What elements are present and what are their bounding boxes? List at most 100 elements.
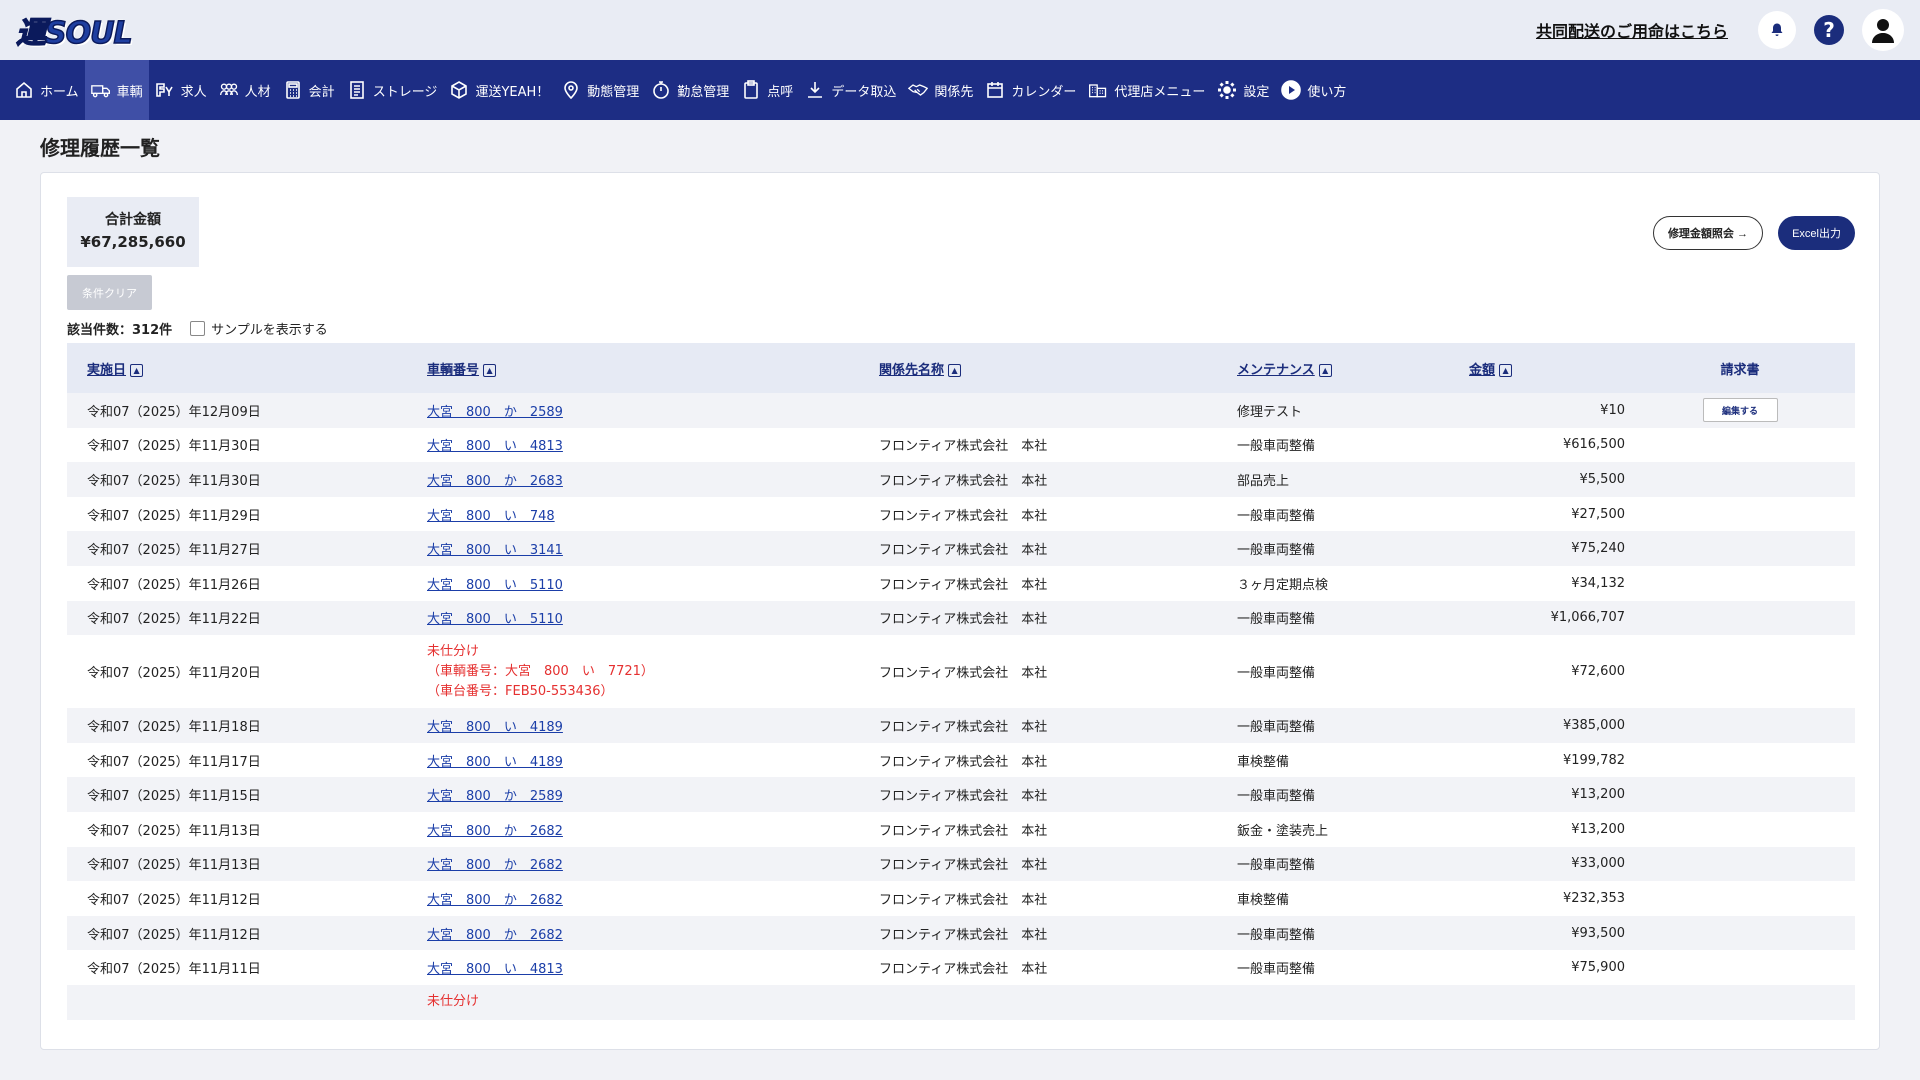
cell-vehicle: 大宮 800 か 2682 <box>427 916 879 951</box>
nav-item-0[interactable]: ホーム <box>8 60 85 120</box>
user-avatar-icon[interactable] <box>1862 9 1904 51</box>
nav-item-5[interactable]: ストレージ <box>341 60 444 120</box>
document-icon <box>347 80 367 100</box>
header-date[interactable]: 実施日 ▲ <box>67 343 427 393</box>
vehicle-link[interactable]: 大宮 800 い 4189 <box>427 720 563 735</box>
table-row[interactable]: 令和07（2025）年11月12日 大宮 800 か 2682 フロンティア株式会社… <box>67 915 1855 951</box>
total-amount-value: ¥67,285,660 <box>80 233 186 251</box>
nav-item-10[interactable]: データ取込 <box>799 60 902 120</box>
table-row[interactable]: 令和07（2025）年11月30日 大宮 800 か 2683 フロンティア株式会社… <box>67 462 1855 497</box>
vehicle-link[interactable]: 大宮 800 か 2682 <box>427 824 563 839</box>
nav-item-label: 動態管理 <box>587 84 640 100</box>
clear-conditions-button[interactable]: 条件クリア <box>67 275 152 310</box>
table-row[interactable]: 令和07（2025）年11月27日 大宮 800 い 3141 フロンティア株式会社… <box>67 531 1855 566</box>
cell-vehicle: 大宮 800 い 748 <box>427 497 879 532</box>
table-row[interactable]: 令和07（2025）年11月12日 大宮 800 か 2682 フロンティア株式会社… <box>67 881 1855 916</box>
table-row[interactable]: 令和07（2025）年11月26日 大宮 800 い 5110 フロンティア株式会社… <box>67 566 1855 601</box>
nav-item-7[interactable]: 動態管理 <box>555 60 645 120</box>
cell-invoice <box>1625 635 1855 708</box>
nav-item-6[interactable]: 運送YEAH！ <box>443 60 555 120</box>
table-row[interactable]: 令和07（2025）年11月15日 大宮 800 か 2589 フロンティア株式会社… <box>67 777 1855 812</box>
table-row[interactable]: 令和07（2025）年11月22日 大宮 800 い 5110 フロンティア株式会社… <box>67 600 1855 636</box>
help-icon[interactable]: ? <box>1814 15 1844 45</box>
table-row[interactable]: 令和07（2025）年11月30日 大宮 800 い 4813 フロンティア株式会社… <box>67 428 1855 463</box>
cell-amount: ¥385,000 <box>1562 717 1625 733</box>
cell-partner: フロンティア株式会社 本社 <box>879 439 1048 455</box>
header-partner[interactable]: 関係先名称 ▲ <box>879 343 1237 393</box>
header-vehicle[interactable]: 車輌番号 ▲ <box>427 343 879 393</box>
header-maintenance[interactable]: メンテナンス ▲ <box>1237 343 1469 393</box>
sort-icon[interactable]: ▲ <box>1318 363 1332 377</box>
excel-export-button[interactable]: Excel出力 <box>1778 216 1855 250</box>
repair-history-table: 実施日 ▲ 車輌番号 ▲ 関係先名称 ▲ メンテナンス ▲ 金額 ▲ 請求書 令和07（2… <box>67 343 1855 1020</box>
vehicle-link[interactable]: 大宮 800 か 2682 <box>427 928 563 943</box>
nav-item-4[interactable]: 会計 <box>277 60 341 120</box>
table-row[interactable]: 令和07（2025）年12月09日 大宮 800 か 2589 修理テスト ¥10 編集… <box>67 393 1855 428</box>
edit-invoice-button[interactable]: 編集する <box>1702 398 1778 423</box>
cell-maintenance: 一般車両整備 <box>1237 789 1316 805</box>
bell-icon[interactable] <box>1758 11 1796 49</box>
cell-maintenance: ３ヶ月定期点検 <box>1237 577 1329 593</box>
table-row[interactable]: 未仕分け <box>67 984 1855 1020</box>
vehicle-link[interactable]: 大宮 800 い 5110 <box>427 612 563 627</box>
timer-icon <box>651 80 671 100</box>
cell-date: 令和07（2025）年11月13日 <box>87 858 261 874</box>
cell-amount <box>1469 985 1625 1020</box>
nav-item-2[interactable]: 求人 <box>149 60 213 120</box>
unassigned-text: （車台番号：FEB50-553436） <box>427 683 614 699</box>
nav-item-13[interactable]: 代理店メニュー <box>1082 60 1211 120</box>
nav-item-12[interactable]: カレンダー <box>979 60 1082 120</box>
vehicle-link[interactable]: 大宮 800 い 4189 <box>427 755 563 770</box>
unassigned-text: （車輌番号：大宮 800 い 7721） <box>427 663 654 679</box>
sort-icon[interactable]: ▲ <box>483 363 497 377</box>
nav-item-8[interactable]: 勤怠管理 <box>645 60 735 120</box>
nav-item-14[interactable]: 設定 <box>1211 60 1275 120</box>
sort-icon[interactable]: ▲ <box>1499 363 1513 377</box>
cell-invoice <box>1625 950 1855 985</box>
vehicle-link[interactable]: 大宮 800 い 5110 <box>427 578 563 593</box>
sort-icon[interactable]: ▲ <box>130 363 144 377</box>
show-sample-checkbox[interactable] <box>190 321 206 336</box>
cell-vehicle: 大宮 800 か 2682 <box>427 881 879 916</box>
cell-maintenance: 一般車両整備 <box>1237 962 1316 978</box>
cell-vehicle: 大宮 800 か 2682 <box>427 847 879 882</box>
table-row[interactable]: 令和07（2025）年11月20日 未仕分け （車輌番号：大宮 800 い 7721… <box>67 635 1855 708</box>
table-row[interactable]: 令和07（2025）年11月13日 大宮 800 か 2682 フロンティア株式会社… <box>67 812 1855 847</box>
table-row[interactable]: 令和07（2025）年11月18日 大宮 800 い 4189 フロンティア株式会社… <box>67 708 1855 743</box>
logo[interactable]: 運SOUL <box>15 4 133 56</box>
vehicle-link[interactable]: 大宮 800 い 4813 <box>427 962 563 977</box>
building-icon <box>1088 80 1108 100</box>
cell-maintenance: 一般車両整備 <box>1237 858 1316 874</box>
header-amount[interactable]: 金額 ▲ <box>1469 343 1625 393</box>
cell-maintenance: 車検整備 <box>1237 892 1290 908</box>
cell-amount: ¥5,500 <box>1579 471 1626 487</box>
sort-icon[interactable]: ▲ <box>948 363 962 377</box>
vehicle-link[interactable]: 大宮 800 か 2589 <box>427 789 563 804</box>
cell-partner: フロンティア株式会社 本社 <box>879 719 1048 735</box>
table-row[interactable]: 令和07（2025）年11月29日 大宮 800 い 748 フロンティア株式会社 … <box>67 497 1855 532</box>
nav-item-label: 車輌 <box>116 84 143 100</box>
cell-amount: ¥13,200 <box>1571 821 1625 837</box>
show-sample-toggle[interactable]: サンプルを表示する <box>190 319 328 338</box>
vehicle-link[interactable]: 大宮 800 か 2682 <box>427 893 563 908</box>
cell-date: 令和07（2025）年11月30日 <box>87 439 261 455</box>
nav-item-11[interactable]: 関係先 <box>902 60 979 120</box>
nav-item-1[interactable]: 車輌 <box>84 60 149 120</box>
vehicle-link[interactable]: 大宮 800 い 748 <box>427 509 555 524</box>
nav-item-9[interactable]: 点呼 <box>735 60 799 120</box>
repair-amount-inquiry-button[interactable]: 修理金額照会 → <box>1652 216 1763 250</box>
nav-item-3[interactable]: 人材 <box>213 60 277 120</box>
vehicle-link[interactable]: 大宮 800 い 4813 <box>427 439 563 454</box>
table-row[interactable]: 令和07（2025）年11月13日 大宮 800 か 2682 フロンティア株式会社… <box>67 846 1855 882</box>
table-row[interactable]: 令和07（2025）年11月11日 大宮 800 い 4813 フロンティア株式会社… <box>67 950 1855 985</box>
coop-delivery-link[interactable]: 共同配送のご用命はこちら <box>1536 18 1728 42</box>
vehicle-link[interactable]: 大宮 800 か 2683 <box>427 474 563 489</box>
nav-item-15[interactable]: 使い方 <box>1275 60 1352 120</box>
download-icon <box>805 80 825 100</box>
vehicle-link[interactable]: 大宮 800 か 2589 <box>427 405 563 420</box>
vehicle-link[interactable]: 大宮 800 い 3141 <box>427 543 563 558</box>
cell-partner <box>879 985 1237 1020</box>
vehicle-link[interactable]: 大宮 800 か 2682 <box>427 858 563 873</box>
cell-partner: フロンティア株式会社 本社 <box>879 927 1048 943</box>
table-row[interactable]: 令和07（2025）年11月17日 大宮 800 い 4189 フロンティア株式会社… <box>67 743 1855 778</box>
